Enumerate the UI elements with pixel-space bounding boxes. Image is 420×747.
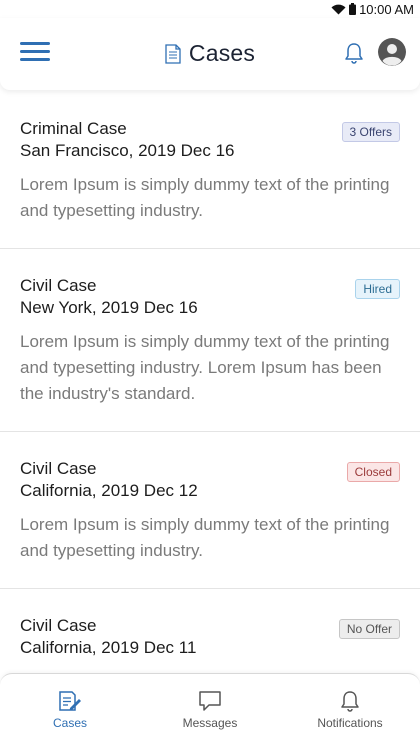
wifi-icon: [331, 4, 346, 15]
nav-item-notifications[interactable]: Notifications: [280, 674, 420, 747]
status-badge: Hired: [355, 279, 400, 299]
message-icon: [199, 691, 221, 711]
document-icon: [165, 43, 181, 64]
case-location-date: San Francisco, 2019 Dec 16: [20, 141, 235, 160]
status-badge: Closed: [346, 462, 400, 482]
status-badge: 3 Offers: [341, 122, 400, 142]
bell-icon: [345, 43, 363, 64]
status-badge: No Offer: [338, 619, 400, 639]
bell-icon: [341, 691, 359, 712]
page-title-text: Cases: [188, 40, 256, 66]
avatar[interactable]: [378, 38, 406, 66]
cases-icon: [59, 691, 81, 711]
nav-item-cases[interactable]: Cases: [0, 674, 140, 747]
case-description: Lorem Ipsum is simply dummy text of the …: [20, 175, 390, 220]
nav-item-messages[interactable]: Messages: [140, 674, 280, 747]
battery-icon: [349, 3, 357, 15]
case-location-date: California, 2019 Dec 11: [20, 638, 197, 657]
case-description: Lorem Ipsum is simply dummy text of the …: [20, 332, 390, 403]
case-list-item[interactable]: Civil Case California, 2019 Dec 12 Lorem…: [0, 432, 420, 589]
user-icon: [378, 38, 406, 66]
case-list-item[interactable]: Civil Case New York, 2019 Dec 16 Lorem I…: [0, 249, 420, 432]
case-description: Lorem Ipsum is simply dummy text of the …: [20, 515, 390, 560]
case-list-item[interactable]: Criminal Case San Francisco, 2019 Dec 16…: [0, 92, 420, 249]
app-header: Cases: [0, 18, 420, 90]
case-list: Criminal Case San Francisco, 2019 Dec 16…: [0, 92, 420, 673]
nav-label-cases: Cases: [52, 716, 87, 730]
case-location-date: California, 2019 Dec 12: [20, 481, 198, 500]
case-list-item[interactable]: Civil Case California, 2019 Dec 11 No Of…: [0, 589, 420, 673]
status-time: 10:00 AM: [359, 1, 414, 17]
status-bar: 10:00 AM: [0, 0, 420, 18]
bottom-nav: Cases Messages Notifications: [0, 673, 420, 747]
case-type: Civil Case: [20, 459, 97, 478]
case-location-date: New York, 2019 Dec 16: [20, 298, 198, 317]
nav-label-notifications: Notifications: [317, 716, 383, 730]
case-type: Civil Case: [20, 276, 97, 295]
notification-bell-button[interactable]: [344, 42, 364, 69]
nav-label-messages: Messages: [182, 716, 238, 730]
